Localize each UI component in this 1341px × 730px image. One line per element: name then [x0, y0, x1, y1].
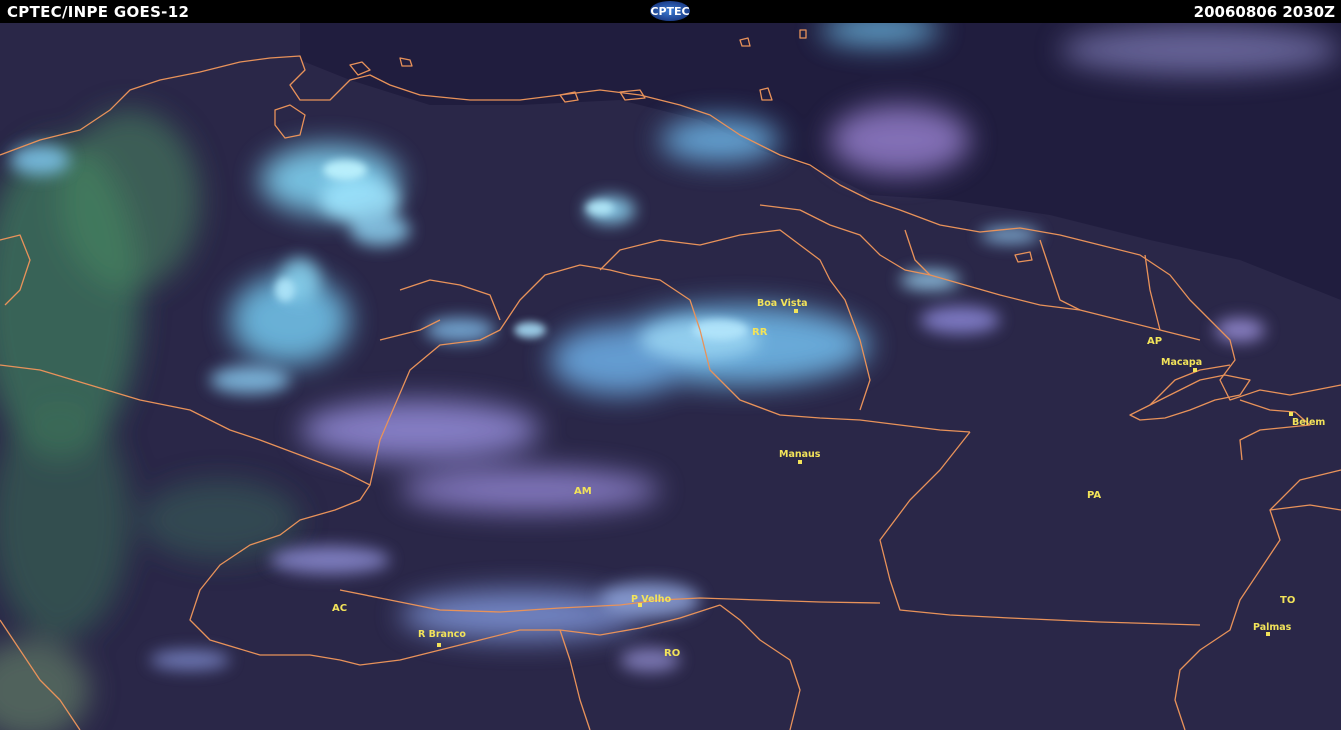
- state-label-rr: RR: [752, 327, 768, 338]
- cptec-logo: CPTEC: [650, 1, 690, 21]
- state-label-to: TO: [1280, 595, 1295, 606]
- city-label-manaus: Manaus: [779, 449, 821, 460]
- satellite-source-title: CPTEC/INPE GOES-12: [7, 3, 190, 21]
- manaus-marker: [798, 460, 802, 464]
- city-label-macapa: Macapa: [1161, 357, 1202, 368]
- image-timestamp: 20060806 2030Z: [1193, 3, 1335, 21]
- state-label-pa: PA: [1087, 490, 1101, 501]
- state-label-ac: AC: [332, 603, 347, 614]
- city-label-boa-vista: Boa Vista: [757, 298, 808, 309]
- state-label-ap: AP: [1147, 336, 1162, 347]
- city-label-r-branco: R Branco: [418, 629, 466, 640]
- city-label-palmas: Palmas: [1253, 622, 1292, 633]
- state-label-am: AM: [574, 486, 592, 497]
- city-label-p-velho: P Velho: [631, 594, 672, 605]
- satellite-map: Boa Vista Manaus Macapa Belem P Velho R …: [0, 23, 1341, 730]
- macapa-marker: [1193, 368, 1197, 372]
- r-branco-marker: [437, 643, 441, 647]
- city-label-belem: Belem: [1292, 417, 1325, 428]
- image-header-bar: CPTEC/INPE GOES-12 CPTEC 20060806 2030Z: [0, 0, 1341, 23]
- boa-vista-marker: [794, 309, 798, 313]
- logo-text: CPTEC: [650, 4, 690, 18]
- belem-marker: [1289, 412, 1293, 416]
- state-label-ro: RO: [664, 648, 680, 659]
